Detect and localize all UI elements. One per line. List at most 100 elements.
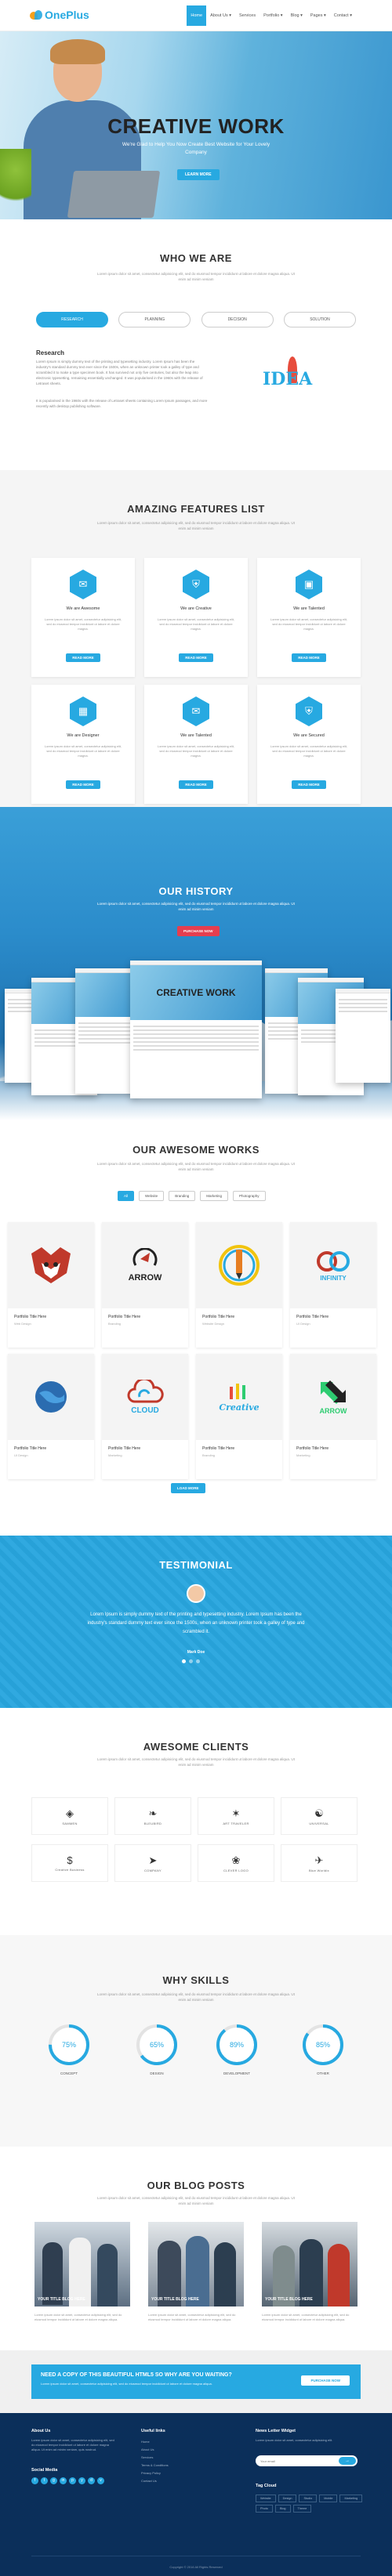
cta-title: NEED A COPY OF THIS BEAUTIFUL HTML5 SO W… [41,2372,232,2378]
research-heading: Research [36,349,65,356]
client-logo[interactable]: $ Creative Business [31,1844,108,1882]
twitter-icon[interactable]: t [41,2477,48,2484]
portfolio-item[interactable]: Portfolio Title Here Web Design [8,1222,94,1348]
footer-link[interactable]: Privacy Policy [141,2471,161,2475]
feature-card: ✉ We are Awesome Lorem ipsum dolor sit a… [31,558,135,677]
nav-contact[interactable]: Contact ▾ [330,5,356,26]
google-plus-icon[interactable]: g [50,2477,57,2484]
tag[interactable]: Studio [299,2495,318,2502]
feature-title: We are Talented [293,606,325,611]
footer-link[interactable]: About Us [141,2448,154,2451]
portfolio-category: Marketing [108,1453,122,1457]
tag[interactable]: Marketing [339,2495,363,2502]
linkedin-icon[interactable]: in [60,2477,67,2484]
features-section: AMAZING FEATURES LIST Lorem ipsum dolor … [0,470,392,807]
feature-title: We are Awesome [66,606,100,611]
client-logo[interactable]: ✶ ART TRAVELER [198,1797,274,1835]
client-logo[interactable]: ◈ SAMMEN [31,1797,108,1835]
footer-link[interactable]: Terms & Conditions [141,2463,169,2467]
nav-home[interactable]: Home [187,5,207,26]
portfolio-item[interactable]: Creative Portfolio Title Here Branding [196,1354,282,1479]
read-more-button[interactable]: READ MORE [179,780,213,789]
read-more-button[interactable]: READ MORE [292,653,326,662]
filter-all[interactable]: All [118,1191,135,1201]
globe-logo-icon [8,1354,94,1440]
client-logo[interactable]: ✈ Blue Worldix [281,1844,358,1882]
skill-value: 65% [150,2041,164,2049]
filter-branding[interactable]: Branding [169,1191,196,1201]
vimeo-icon[interactable]: v [97,2477,104,2484]
portfolio-item[interactable]: INFINITY Portfolio Title Here UI Design [290,1222,376,1348]
client-logo[interactable]: ☯ UNIVERSAL [281,1797,358,1835]
blog-image [148,2222,244,2306]
nav-portfolio[interactable]: Portfolio ▾ [260,5,286,26]
footer-newsletter-title: News Letter Widget [256,2429,296,2433]
portfolio-item[interactable]: ARROW Portfolio Title Here Marketing [290,1354,376,1479]
portfolio-title: Portfolio Title Here [296,1446,329,1451]
load-more-button[interactable]: LOAD MORE [171,1483,205,1493]
blog-post[interactable]: YOUR TITLE BLOG HERE Lorem ipsum dolor s… [34,2222,130,2353]
tab-planning[interactable]: PLANNING [118,312,191,327]
blog-excerpt: Lorem ipsum dolor sit amet, consectetur … [34,2313,122,2321]
filter-website[interactable]: Website [139,1191,165,1201]
tab-decision[interactable]: DECISION [201,312,274,327]
client-mark-icon: ✶ [231,1807,241,1819]
feature-card: ⛨ We are Secured Lorem ipsum dolor sit a… [257,685,361,804]
filter-marketing[interactable]: Marketing [200,1191,228,1201]
tab-research[interactable]: RESEARCH [36,312,108,327]
logo[interactable]: OnePlus [30,9,89,21]
slider-dot[interactable] [182,1659,186,1663]
shield-icon: ⛨ [296,696,322,726]
portfolio-item[interactable]: CLOUD Portfolio Title Here Marketing [102,1354,188,1479]
footer-link[interactable]: Contact Us [141,2479,157,2483]
tag[interactable]: Photo [256,2505,273,2513]
cta-text: Lorem ipsum dolor sit amet, consectetur … [41,2382,212,2386]
client-logo[interactable]: ❧ BLEUBIRD [114,1797,191,1835]
filter-photography[interactable]: Photography [232,1191,266,1201]
client-name: ART TRAVELER [223,1821,249,1825]
portfolio-title: Portfolio Title Here [296,1315,329,1319]
read-more-button[interactable]: READ MORE [179,653,213,662]
client-logo[interactable]: ❀ CLEVER LOGO [198,1844,274,1882]
portfolio-item[interactable]: Portfolio Title Here UI Design [8,1354,94,1479]
logo-wordmark: ARROW [319,1407,347,1415]
read-more-button[interactable]: READ MORE [292,780,326,789]
learn-more-button[interactable]: LEARN MORE [177,169,220,180]
section-title: OUR AWESOME WORKS [132,1144,260,1156]
newsletter-submit-button[interactable]: → [339,2457,356,2465]
pinterest-icon[interactable]: p [69,2477,76,2484]
nav-about[interactable]: About Us ▾ [206,5,235,26]
blog-post[interactable]: YOUR TITLE BLOG HERE Lorem ipsum dolor s… [148,2222,244,2353]
feature-title: We are Designer [67,733,100,738]
purchase-now-button[interactable]: PURCHASE NOW [177,926,220,936]
nav-services[interactable]: Services [235,5,260,26]
portfolio-item[interactable]: Portfolio Title Here Website Design [196,1222,282,1348]
slider-dot[interactable] [196,1659,200,1663]
tag[interactable]: Blog [274,2505,291,2513]
youtube-icon[interactable]: y [78,2477,85,2484]
facebook-icon[interactable]: f [31,2477,38,2484]
cta-purchase-button[interactable]: PURCHASE NOW [301,2375,350,2386]
nav-pages[interactable]: Pages ▾ [307,5,330,26]
slider-dot[interactable] [189,1659,193,1663]
skill-value: 89% [230,2041,244,2049]
nav-blog[interactable]: Blog ▾ [287,5,307,26]
tag[interactable]: Mobile [319,2495,338,2502]
research-text-2: It is popularised in the 1960s with the … [36,399,208,408]
read-more-button[interactable]: READ MORE [66,653,100,662]
tag[interactable]: Theme [292,2505,312,2513]
tag[interactable]: Website [256,2495,276,2502]
read-more-button[interactable]: READ MORE [66,780,100,789]
client-logo[interactable]: ➤ COMPANY [114,1844,191,1882]
portfolio-item[interactable]: ARROW Portfolio Title Here Branding [102,1222,188,1348]
tag[interactable]: Design [278,2495,297,2502]
section-text: Lorem ipsum dolor sit amet, consectetur … [97,1162,295,1171]
blog-post[interactable]: YOUR TITLE BLOG HERE Lorem ipsum dolor s… [262,2222,358,2353]
copyright-text: Copyright © 2016 All Rights Reserved [169,2565,223,2569]
footer-link[interactable]: Services [141,2455,153,2459]
research-text: Lorem Ipsum is simply dummy text of the … [36,360,203,385]
tab-solution[interactable]: SOLUTION [283,312,356,327]
dribbble-icon[interactable]: d [88,2477,95,2484]
footer-link[interactable]: Home [141,2440,150,2444]
testimonial-quote: Lorem Ipsum is simply dummy text of the … [87,1612,305,1634]
